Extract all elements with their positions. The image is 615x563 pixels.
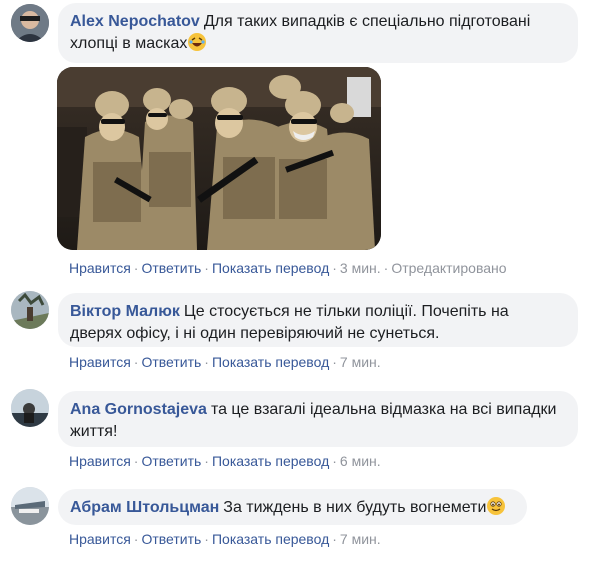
translate-link[interactable]: Показать перевод xyxy=(212,260,329,276)
like-link[interactable]: Нравится xyxy=(69,354,131,370)
comment-text: життя! xyxy=(70,423,118,440)
avatar-photo xyxy=(11,4,49,42)
avatar[interactable] xyxy=(11,487,49,525)
comment-text: Це стосується не тільки поліції. Почепіт… xyxy=(183,303,509,320)
like-link[interactable]: Нравится xyxy=(69,531,131,547)
comment-bubble: Ana Gornostajeva та це взагалі ідеальна в… xyxy=(58,391,578,447)
attached-photo[interactable] xyxy=(57,67,381,250)
reply-link[interactable]: Ответить xyxy=(141,354,201,370)
comment-timestamp[interactable]: 6 мин. xyxy=(340,453,381,469)
comment-author[interactable]: Віктор Малюк xyxy=(70,303,180,320)
avatar-photo xyxy=(11,389,49,427)
reply-link[interactable]: Ответить xyxy=(141,531,201,547)
like-link[interactable]: Нравится xyxy=(69,260,131,276)
translate-link[interactable]: Показать перевод xyxy=(212,531,329,547)
translate-link[interactable]: Показать перевод xyxy=(212,453,329,469)
comment-actions: Нравится · Ответить · Показать перевод · 3 мин… xyxy=(69,260,507,276)
comment-bubble: Абрам Штольцман За тиждень в них будуть в… xyxy=(58,489,527,525)
avatar[interactable] xyxy=(11,389,49,427)
reply-link[interactable]: Ответить xyxy=(141,453,201,469)
comment-timestamp[interactable]: 7 мин. xyxy=(340,531,381,547)
laughing-emoji-icon xyxy=(188,33,207,51)
comment-author[interactable]: Абрам Штольцман xyxy=(70,499,219,516)
smiling-emoji-icon xyxy=(487,497,506,515)
avatar[interactable] xyxy=(11,291,49,329)
comment-actions: Нравится · Ответить · Показать перевод · 6 мин… xyxy=(69,453,381,469)
translate-link[interactable]: Показать перевод xyxy=(212,354,329,370)
edited-label[interactable]: Отредактировано xyxy=(391,260,506,276)
comment-text: Для таких випадків є спеціально підготов… xyxy=(203,13,531,30)
comment-timestamp[interactable]: 7 мин. xyxy=(340,354,381,370)
comment-actions: Нравится · Ответить · Показать перевод · 7 мин… xyxy=(69,531,381,547)
comment-bubble: Alex Nepochatov Для таких випадків є спец… xyxy=(58,3,578,63)
avatar[interactable] xyxy=(11,4,49,42)
comment-text: хлопці в масках xyxy=(70,35,188,52)
comment-author[interactable]: Alex Nepochatov xyxy=(70,13,200,30)
comment-author[interactable]: Ana Gornostajeva xyxy=(70,401,207,418)
avatar-photo xyxy=(11,487,49,525)
like-link[interactable]: Нравится xyxy=(69,453,131,469)
soldiers-photo-image xyxy=(57,67,381,250)
comment-text: За тиждень в них будуть вогнемети xyxy=(223,499,487,516)
reply-link[interactable]: Ответить xyxy=(141,260,201,276)
comment-text: дверях офісу, і ні один перевіряючий не … xyxy=(70,325,440,342)
comment-actions: Нравится · Ответить · Показать перевод · 7 мин… xyxy=(69,354,381,370)
comment-timestamp[interactable]: 3 мин. xyxy=(340,260,381,276)
comment-text: та це взагалі ідеальна відмазка на всі в… xyxy=(210,401,557,418)
comment-bubble: Віктор Малюк Це стосується не тільки полі… xyxy=(58,293,578,347)
avatar-photo xyxy=(11,291,49,329)
